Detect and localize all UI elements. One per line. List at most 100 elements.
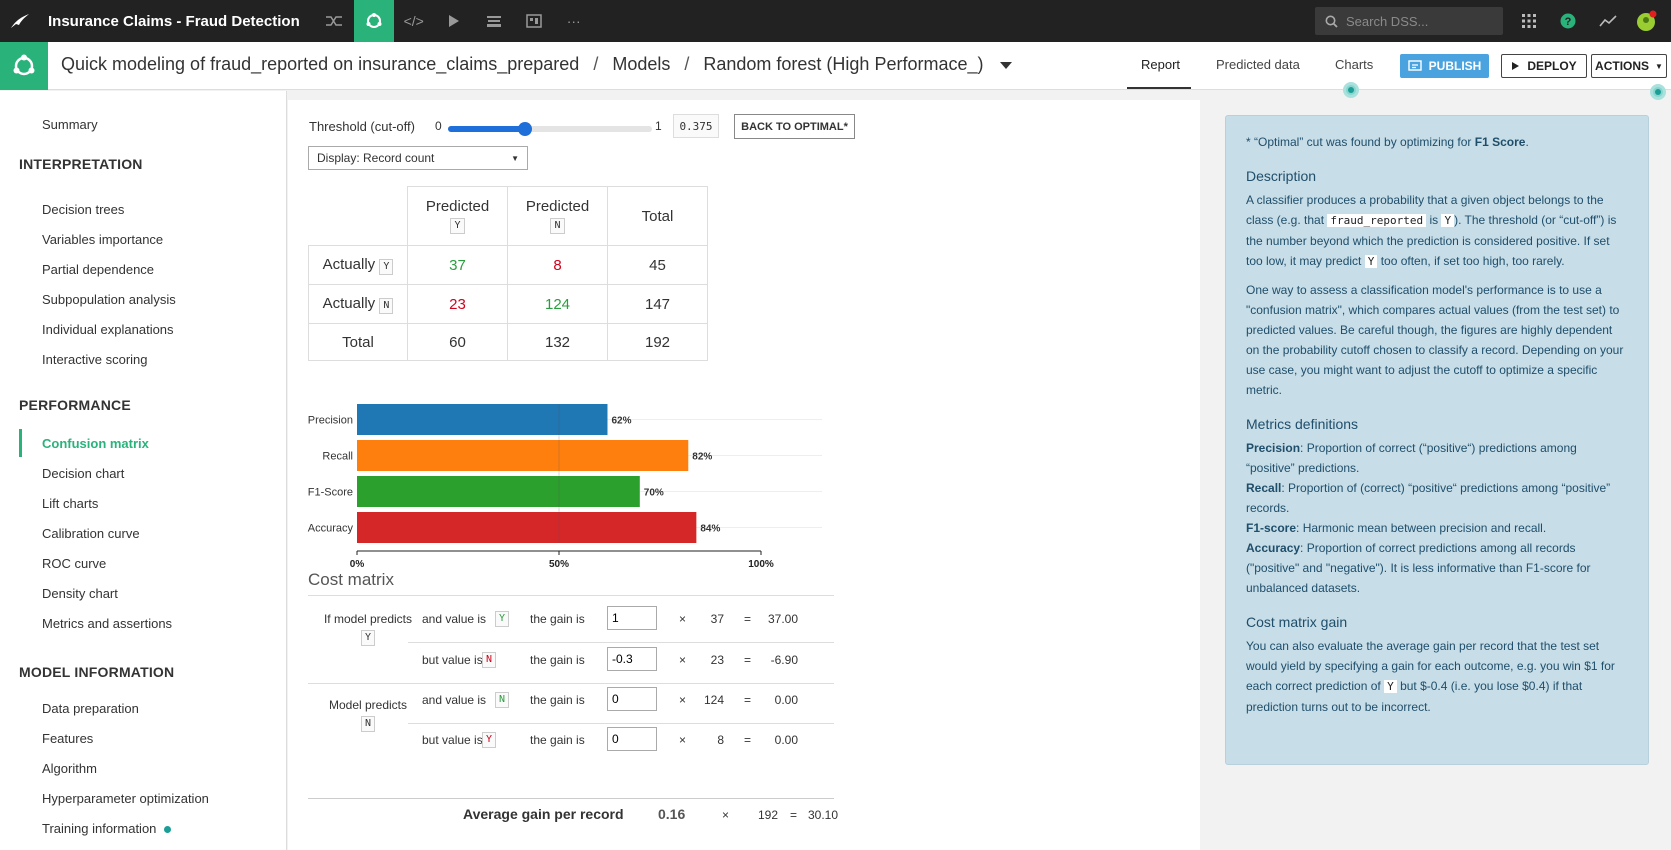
breadcrumb-model-name[interactable]: Random forest (High Performace_) — [703, 54, 983, 74]
search-box[interactable] — [1315, 7, 1503, 35]
wiki-icon[interactable] — [474, 0, 514, 42]
divider — [408, 642, 834, 643]
x-tick-label: 50% — [549, 559, 569, 570]
gain-input[interactable] — [607, 687, 657, 711]
cost-condition-text: but value is — [422, 653, 483, 667]
row-label: Actually — [322, 294, 376, 312]
threshold-value-input[interactable]: 0.375 — [673, 114, 719, 138]
sidebar-item-variables-importance[interactable]: Variables importance — [42, 232, 163, 247]
actions-label: ACTIONS — [1595, 59, 1650, 73]
threshold-slider[interactable] — [448, 122, 652, 136]
status-dot-icon — [164, 826, 172, 834]
sidebar-item-summary[interactable]: Summary — [42, 117, 98, 132]
sidebar-item-roc-curve[interactable]: ROC curve — [42, 556, 106, 571]
metrics-definitions-title: Metrics definitions — [1246, 416, 1359, 432]
activity-trend-icon[interactable] — [1597, 10, 1619, 32]
play-icon[interactable] — [434, 0, 474, 42]
display-mode-select[interactable]: Display: Record count ▼ — [308, 146, 528, 170]
gain-input[interactable] — [607, 606, 657, 630]
tutorial-hint-dot[interactable] — [1343, 82, 1359, 98]
sidebar-item-density-chart[interactable]: Density chart — [42, 586, 118, 601]
gain-is-text: the gain is — [530, 612, 585, 626]
value-label: 62% — [611, 416, 631, 427]
gain-is-text: the gain is — [530, 733, 585, 747]
class-pill-y: Y — [495, 611, 510, 627]
class-pill-n: N — [495, 692, 510, 708]
sidebar-item-algorithm[interactable]: Algorithm — [42, 761, 97, 776]
gain-input[interactable] — [607, 727, 657, 751]
active-tab-underline — [1127, 87, 1191, 89]
more-icon[interactable]: ··· — [554, 0, 594, 42]
back-to-optimal-button[interactable]: BACK TO OPTIMAL* — [734, 114, 855, 139]
publish-button[interactable]: PUBLISH — [1400, 54, 1489, 78]
outcome-count: 37 — [710, 612, 724, 626]
slider-max-label: 1 — [655, 119, 662, 133]
publish-icon — [1407, 60, 1422, 71]
tutorial-hint-dot[interactable] — [1650, 84, 1666, 100]
gain-is-text: the gain is — [530, 653, 585, 667]
cell-false-negative: 8 — [507, 245, 608, 285]
sidebar-item-lift-charts[interactable]: Lift charts — [42, 496, 98, 511]
apps-grid-icon[interactable] — [1518, 10, 1540, 32]
gain-is-text: the gain is — [530, 693, 585, 707]
lab-icon[interactable] — [353, 0, 394, 42]
cost-condition-text: but value is — [422, 733, 483, 747]
dashboard-icon[interactable] — [514, 0, 554, 42]
sidebar-item-training-information[interactable]: Training information — [42, 821, 172, 836]
deploy-button[interactable]: DEPLOY — [1501, 54, 1587, 78]
bar-precision — [357, 404, 608, 435]
sidebar-item-metrics-and-assertions[interactable]: Metrics and assertions — [42, 616, 172, 631]
tab-predicted-data[interactable]: Predicted data — [1216, 57, 1300, 72]
sidebar-item-features[interactable]: Features — [42, 731, 93, 746]
code-icon[interactable]: </> — [394, 0, 434, 42]
report-sidebar: Summary INTERPRETATION Decision trees Va… — [0, 91, 287, 850]
cost-condition-text: and value is — [422, 612, 487, 626]
class-pill-y: Y — [379, 258, 394, 275]
sidebar-item-hyperparameter-optimization[interactable]: Hyperparameter optimization — [42, 791, 209, 806]
sidebar-item-interactive-scoring[interactable]: Interactive scoring — [42, 352, 148, 367]
help-icon[interactable]: ? — [1557, 10, 1579, 32]
flow-icon[interactable] — [314, 0, 354, 42]
gain-input[interactable] — [607, 647, 657, 671]
actions-button[interactable]: ACTIONS ▼ — [1591, 54, 1667, 78]
sidebar-item-decision-trees[interactable]: Decision trees — [42, 202, 124, 217]
tab-report[interactable]: Report — [1141, 57, 1180, 72]
top-navbar: Insurance Claims - Fraud Detection </> ·… — [0, 0, 1671, 42]
user-avatar[interactable] — [1636, 10, 1658, 32]
class-pill-y: Y — [450, 218, 465, 234]
breadcrumb-models[interactable]: Models — [612, 54, 670, 74]
sidebar-item-confusion-matrix[interactable]: Confusion matrix — [42, 436, 149, 451]
chevron-down-icon[interactable] — [1000, 62, 1012, 69]
class-pill-n: N — [482, 652, 497, 668]
code: Y — [1441, 214, 1455, 227]
dss-bird-logo-icon[interactable] — [0, 0, 40, 42]
code: Y — [1364, 255, 1378, 268]
deploy-label: DEPLOY — [1527, 59, 1577, 73]
display-mode-value: Display: Record count — [317, 151, 435, 165]
value-label: 82% — [692, 452, 712, 463]
average-gain-label: Average gain per record — [463, 806, 624, 822]
project-title[interactable]: Insurance Claims - Fraud Detection — [48, 13, 300, 30]
header-predicted-y: Predicted Y — [407, 186, 508, 246]
sidebar-item-individual-explanations[interactable]: Individual explanations — [42, 322, 174, 337]
divider — [308, 798, 834, 799]
play-icon — [1512, 62, 1520, 70]
sidebar-item-data-preparation[interactable]: Data preparation — [42, 701, 139, 716]
tab-charts[interactable]: Charts — [1335, 57, 1373, 72]
chevron-down-icon: ▼ — [511, 153, 519, 163]
cell-true-positive: 37 — [407, 245, 508, 285]
breadcrumb-analysis[interactable]: Quick modeling of fraud_reported on insu… — [61, 54, 579, 74]
divider — [308, 595, 834, 596]
header-label: Predicted — [425, 198, 490, 215]
metric-definition-accuracy: Accuracy: Proportion of correct predicti… — [1246, 538, 1628, 598]
confusion-matrix-panel: Threshold (cut-off) 0 1 0.375 BACK TO OP… — [288, 100, 1200, 850]
sidebar-item-calibration-curve[interactable]: Calibration curve — [42, 526, 140, 541]
sidebar-item-subpopulation-analysis[interactable]: Subpopulation analysis — [42, 292, 176, 307]
sidebar-item-partial-dependence[interactable]: Partial dependence — [42, 262, 154, 277]
search-icon — [1325, 15, 1338, 28]
term: Precision — [1246, 441, 1301, 455]
cost-matrix-title: Cost matrix — [308, 570, 394, 589]
search-input[interactable] — [1346, 13, 1496, 29]
sidebar-item-decision-chart[interactable]: Decision chart — [42, 466, 124, 481]
threshold-slider-handle[interactable] — [517, 122, 532, 136]
